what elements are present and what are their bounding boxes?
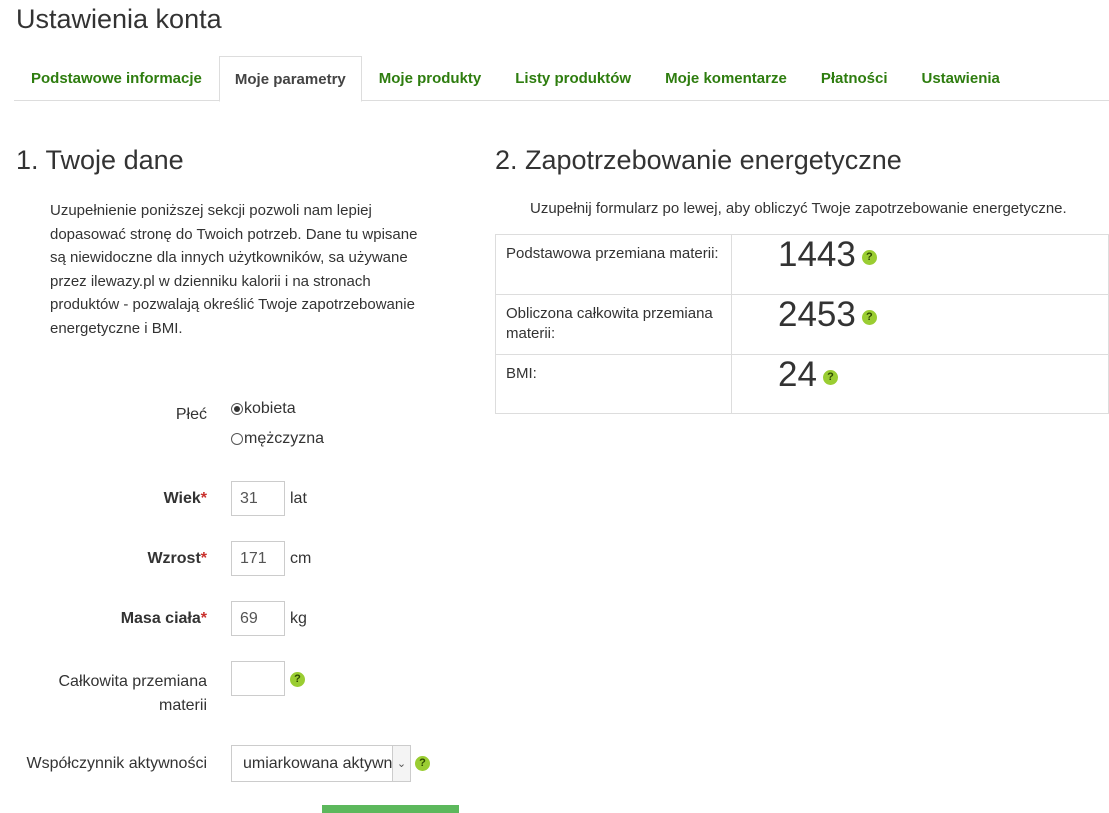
bmr-value: 1443 xyxy=(778,235,856,274)
help-icon[interactable]: ? xyxy=(290,672,305,687)
bmr-label: Podstawowa przemiana materii: xyxy=(495,234,732,295)
energy-heading: 2. Zapotrzebowanie energetyczne xyxy=(495,145,902,175)
help-icon[interactable]: ? xyxy=(822,369,838,385)
table-row: Obliczona całkowita przemiana materii: 2… xyxy=(495,294,1109,355)
energy-table: Podstawowa przemiana materii: 1443? Obli… xyxy=(495,234,1109,414)
your-data-heading: 1. Twoje dane xyxy=(16,145,184,175)
help-icon[interactable]: ? xyxy=(861,309,877,325)
required-mark: * xyxy=(200,610,207,627)
bmi-value: 24 xyxy=(778,355,817,394)
age-label: Wiek* xyxy=(163,490,207,507)
height-label: Wzrost* xyxy=(147,550,207,567)
help-icon[interactable]: ? xyxy=(861,249,877,265)
sex-option-male-label: mężczyzna xyxy=(244,430,325,447)
tab-settings[interactable]: Ustawienia xyxy=(905,56,1017,101)
table-row: BMI: 24? xyxy=(495,354,1109,414)
tab-product-lists[interactable]: Listy produktów xyxy=(498,56,648,101)
sex-label: Płeć xyxy=(175,406,207,423)
sex-option-female[interactable]: kobieta xyxy=(231,400,296,418)
sex-option-female-label: kobieta xyxy=(244,400,296,417)
tdee-label: Obliczona całkowita przemiana materii: xyxy=(495,294,732,355)
age-unit: lat xyxy=(290,490,307,507)
sex-option-male[interactable]: mężczyzna xyxy=(231,430,324,448)
tab-basic-info[interactable]: Podstawowe informacje xyxy=(14,56,219,101)
tdee-value: 2453 xyxy=(778,295,856,334)
radio-female[interactable] xyxy=(231,403,243,415)
required-mark: * xyxy=(200,550,207,567)
help-icon[interactable]: ? xyxy=(415,756,430,771)
save-button[interactable] xyxy=(322,805,459,813)
age-input[interactable]: 31 xyxy=(231,481,285,516)
tab-my-comments[interactable]: Moje komentarze xyxy=(648,56,804,101)
table-row: Podstawowa przemiana materii: 1443? xyxy=(495,234,1109,295)
required-mark: * xyxy=(200,490,207,507)
tab-bar: Podstawowe informacje Moje parametry Moj… xyxy=(14,56,1109,102)
page-title: Ustawienia konta xyxy=(16,4,222,34)
weight-label: Masa ciała* xyxy=(120,610,207,627)
radio-male[interactable] xyxy=(231,433,243,445)
weight-unit: kg xyxy=(290,610,307,627)
activity-select[interactable]: umiarkowana aktywność ⌄ xyxy=(231,745,411,782)
chevron-down-icon[interactable]: ⌄ xyxy=(392,746,410,781)
total-metabolism-input[interactable] xyxy=(231,661,285,696)
activity-select-value: umiarkowana aktywność xyxy=(243,754,392,772)
bmi-label: BMI: xyxy=(495,354,732,414)
tab-payments[interactable]: Płatności xyxy=(804,56,905,101)
your-data-intro: Uzupełnienie poniższej sekcji pozwoli na… xyxy=(50,202,418,337)
tab-my-products[interactable]: Moje produkty xyxy=(362,56,499,101)
height-input[interactable]: 171 xyxy=(231,541,285,576)
activity-label: Współczynnik aktywności xyxy=(26,755,208,772)
tab-my-parameters[interactable]: Moje parametry xyxy=(218,56,362,102)
total-metabolism-label: Całkowita przemiana materii xyxy=(58,673,207,714)
energy-intro: Uzupełnij formularz po lewej, aby oblicz… xyxy=(530,200,1067,217)
weight-input[interactable]: 69 xyxy=(231,601,285,636)
height-unit: cm xyxy=(290,550,312,567)
